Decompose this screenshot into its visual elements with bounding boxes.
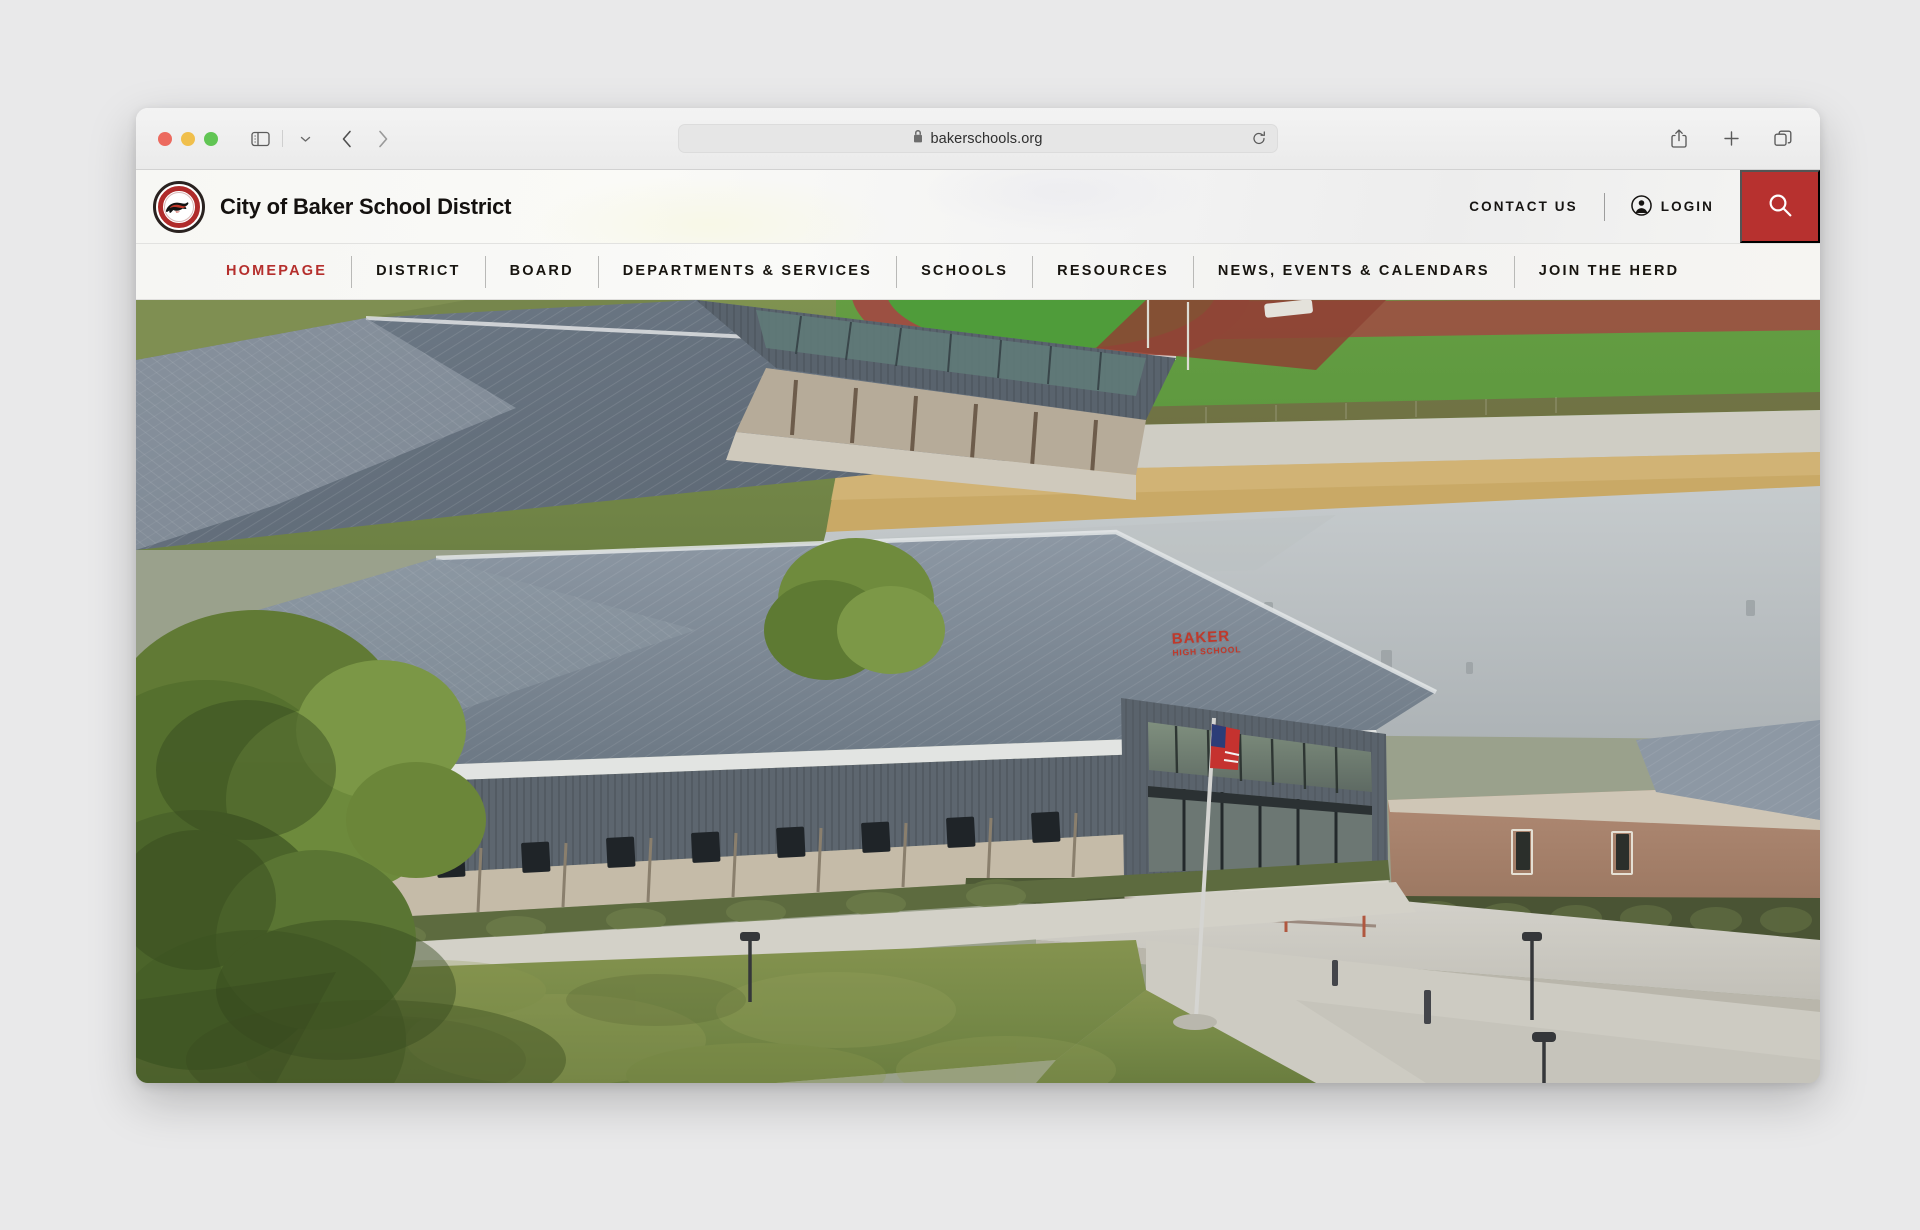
- close-window-button[interactable]: [158, 132, 172, 146]
- header-utility-links: CONTACT US LOGIN: [1469, 170, 1740, 243]
- site-header: City of Baker School District CONTACT US: [136, 170, 1820, 244]
- nav-list: HOMEPAGE DISTRICT BOARD DEPARTMENTS & SE…: [202, 256, 1703, 288]
- lock-icon: [913, 130, 923, 147]
- site-title: City of Baker School District: [220, 194, 511, 220]
- sidebar-toggle-icon[interactable]: [245, 125, 275, 153]
- search-button[interactable]: [1740, 170, 1820, 243]
- browser-window: bakerschools.org: [136, 108, 1820, 1083]
- login-link[interactable]: LOGIN: [1631, 195, 1714, 219]
- nav-item-join-the-herd[interactable]: JOIN THE HERD: [1515, 264, 1704, 279]
- contact-us-label: CONTACT US: [1469, 199, 1578, 214]
- sidebar-controls: [245, 125, 320, 153]
- utility-divider: [1604, 193, 1605, 221]
- nav-item-district[interactable]: DISTRICT: [352, 264, 484, 279]
- nav-item-resources[interactable]: RESOURCES: [1033, 264, 1193, 279]
- toolbar-divider: [282, 130, 283, 147]
- login-label: LOGIN: [1661, 199, 1714, 214]
- browser-toolbar: bakerschools.org: [136, 108, 1820, 170]
- maximize-window-button[interactable]: [204, 132, 218, 146]
- user-circle-icon: [1631, 195, 1652, 219]
- url-text: bakerschools.org: [930, 131, 1042, 147]
- nav-item-board[interactable]: BOARD: [486, 264, 598, 279]
- nav-item-departments-services[interactable]: DEPARTMENTS & SERVICES: [599, 264, 896, 279]
- nav-item-news-events-calendars[interactable]: NEWS, EVENTS & CALENDARS: [1194, 264, 1514, 279]
- address-bar[interactable]: bakerschools.org: [678, 124, 1278, 153]
- search-icon: [1767, 192, 1794, 222]
- back-icon[interactable]: [332, 125, 362, 153]
- toolbar-actions: [1664, 125, 1798, 153]
- window-controls: [158, 132, 218, 146]
- site-brand[interactable]: City of Baker School District: [136, 170, 511, 243]
- share-icon[interactable]: [1664, 125, 1694, 153]
- navigation-arrows: [332, 125, 398, 153]
- nav-item-homepage[interactable]: HOMEPAGE: [202, 264, 351, 279]
- chevron-down-icon[interactable]: [290, 125, 320, 153]
- contact-us-link[interactable]: CONTACT US: [1469, 199, 1578, 214]
- main-navigation: HOMEPAGE DISTRICT BOARD DEPARTMENTS & SE…: [136, 244, 1820, 300]
- new-tab-icon[interactable]: [1716, 125, 1746, 153]
- webpage-content: City of Baker School District CONTACT US: [136, 170, 1820, 1083]
- forward-icon[interactable]: [368, 125, 398, 153]
- hero-image: [136, 300, 1820, 1083]
- header-right: CONTACT US LOGIN: [1469, 170, 1820, 243]
- bison-seal-logo-icon: [153, 181, 205, 233]
- tab-overview-icon[interactable]: [1768, 125, 1798, 153]
- minimize-window-button[interactable]: [181, 132, 195, 146]
- nav-item-schools[interactable]: SCHOOLS: [897, 264, 1032, 279]
- hero-banner: BAKER HIGH SCHOOL: [136, 300, 1820, 1083]
- reload-icon[interactable]: [1252, 131, 1266, 146]
